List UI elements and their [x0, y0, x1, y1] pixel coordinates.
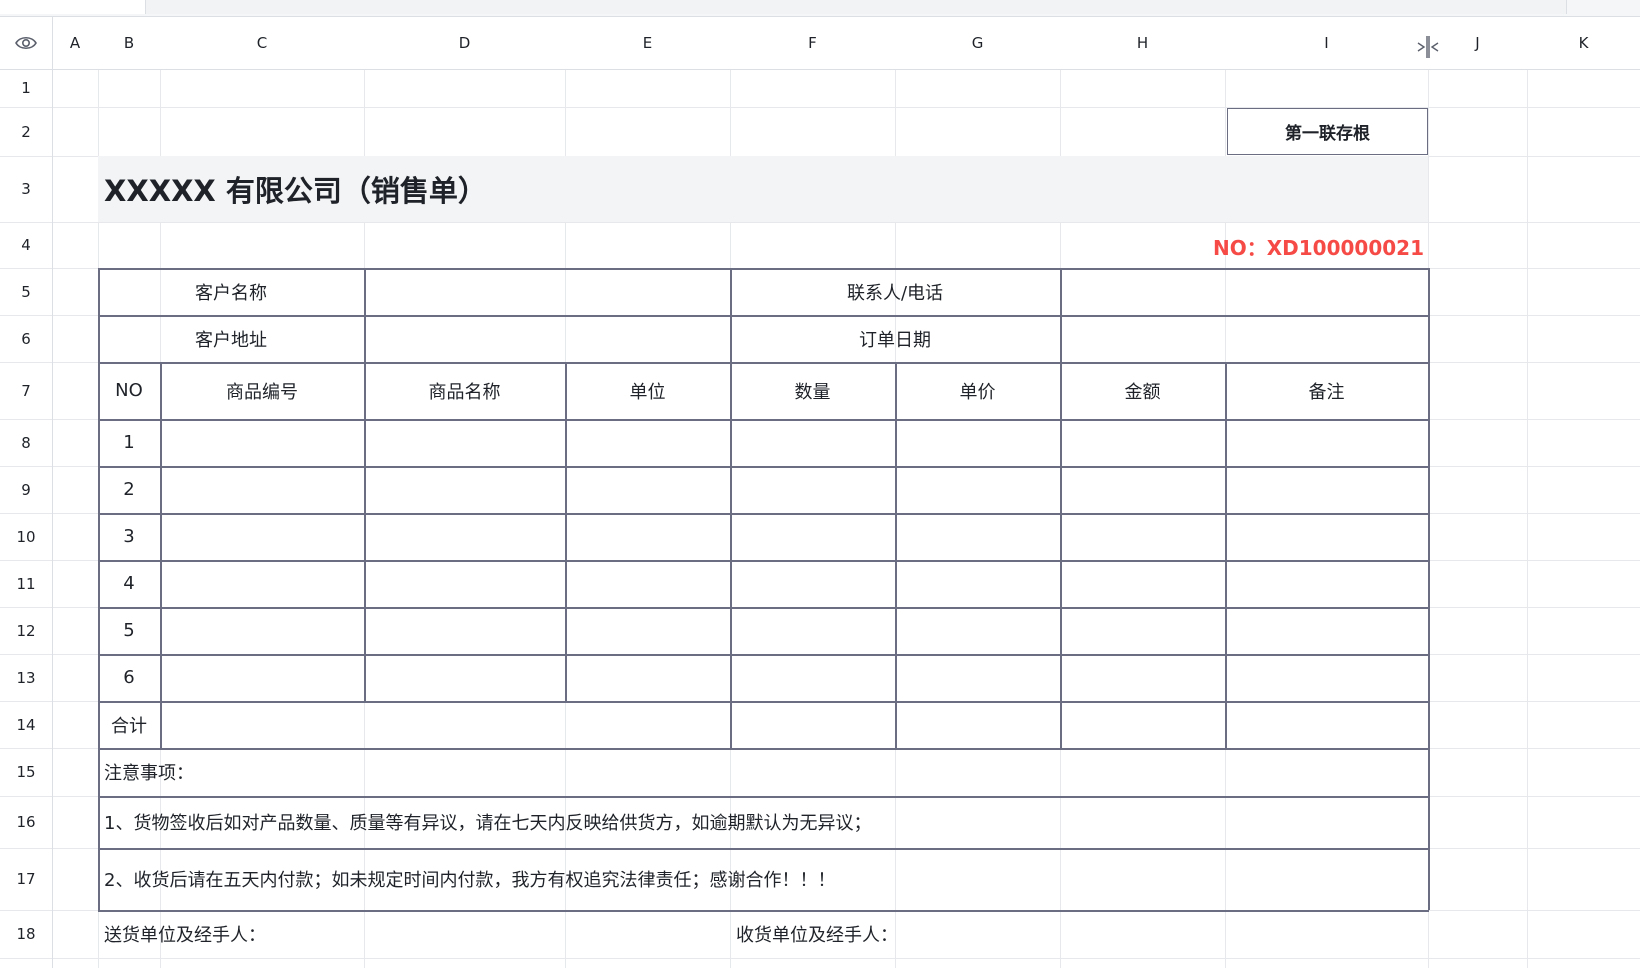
row-header-4[interactable]: 4 [0, 222, 52, 268]
form-border-line [1060, 268, 1062, 362]
row-header-10[interactable]: 10 [0, 513, 52, 560]
header-product-name: 商品名称 [428, 381, 501, 403]
form-title: XXXXX 有限公司（销售单） [104, 174, 487, 208]
note-1: 1、货物签收后如对产品数量、质量等有异议，请在七天内反映给供货方，如逾期默认为无… [104, 813, 872, 834]
grid-row-line [0, 222, 1640, 223]
row-header-15[interactable]: 15 [0, 748, 52, 796]
notes-title: 注意事项： [104, 763, 194, 784]
line-number: 3 [123, 526, 135, 547]
header-remark: 备注 [1308, 381, 1345, 403]
sender-label: 送货单位及经手人： [104, 925, 266, 946]
line-number: 1 [123, 432, 135, 453]
receiver-label: 收货单位及经手人： [736, 925, 898, 946]
contact-label: 联系人/电话 [846, 282, 944, 304]
column-header-g[interactable]: G [895, 17, 1060, 69]
header-quantity: 数量 [794, 381, 831, 403]
total-label: 合计 [111, 715, 147, 737]
eye-icon[interactable] [14, 34, 38, 52]
row-header-12[interactable]: 12 [0, 607, 52, 654]
form-border-line [98, 419, 1429, 421]
note-2: 2、收货后请在五天内付款；如未规定时间内付款，我方有权追究法律责任；感谢合作！！… [104, 870, 836, 891]
row-header-13[interactable]: 13 [0, 654, 52, 701]
form-border-line [98, 466, 1429, 468]
form-border-line [895, 362, 897, 748]
form-border-line [1428, 268, 1430, 910]
line-number: 6 [123, 667, 135, 688]
row-header-2[interactable]: 2 [0, 107, 52, 156]
row-header-1[interactable]: 1 [0, 69, 52, 107]
order-number: NO：XD100000021 [1212, 235, 1424, 260]
form-border-line [1060, 362, 1062, 748]
grid-row-line [0, 958, 1640, 959]
row-header-7[interactable]: 7 [0, 362, 52, 419]
row-header-14[interactable]: 14 [0, 701, 52, 748]
column-header-e[interactable]: E [565, 17, 730, 69]
form-border-line [98, 654, 1429, 656]
header-unit-price: 单价 [959, 381, 996, 403]
row-header-divider [52, 17, 53, 968]
grid-column-line [1527, 17, 1528, 968]
column-split-icon[interactable] [1416, 34, 1440, 60]
form-border-line [98, 513, 1429, 515]
row-header-5[interactable]: 5 [0, 268, 52, 315]
column-header-c[interactable]: C [160, 17, 364, 69]
row-header-18[interactable]: 18 [0, 910, 52, 958]
line-number: 4 [123, 573, 135, 594]
column-header-d[interactable]: D [364, 17, 565, 69]
row-header-3[interactable]: 3 [0, 156, 52, 222]
line-number: 2 [123, 479, 135, 500]
header-amount: 金额 [1124, 381, 1161, 403]
header-no: NO [115, 380, 143, 401]
column-header-j[interactable]: J [1428, 17, 1527, 69]
column-header-f[interactable]: F [730, 17, 895, 69]
form-border-line [730, 362, 732, 748]
line-number: 5 [123, 620, 135, 641]
row-header-16[interactable]: 16 [0, 796, 52, 848]
form-border-line [364, 268, 366, 362]
column-header-h[interactable]: H [1060, 17, 1225, 69]
form-border-line [98, 560, 1429, 562]
customer-name-label: 客户名称 [195, 282, 267, 304]
header-product-code: 商品编号 [226, 381, 298, 403]
column-header-a[interactable]: A [52, 17, 98, 69]
header-divider [0, 69, 1640, 70]
form-border-line [98, 701, 1429, 703]
form-border-line [160, 701, 162, 748]
row-header-9[interactable]: 9 [0, 466, 52, 513]
column-header-b[interactable]: B [98, 17, 160, 69]
order-date-label: 订单日期 [859, 329, 931, 351]
column-header-k[interactable]: K [1527, 17, 1640, 69]
row-header-8[interactable]: 8 [0, 419, 52, 466]
row-header-17[interactable]: 17 [0, 848, 52, 910]
row-header-11[interactable]: 11 [0, 560, 52, 607]
form-border-line [1225, 362, 1227, 748]
copy-stamp: 第一联存根 [1227, 108, 1428, 155]
column-header-i[interactable]: I [1225, 17, 1428, 69]
form-border-line [98, 607, 1429, 609]
customer-address-label: 客户地址 [195, 329, 267, 351]
row-header-6[interactable]: 6 [0, 315, 52, 362]
header-unit: 单位 [629, 381, 666, 403]
